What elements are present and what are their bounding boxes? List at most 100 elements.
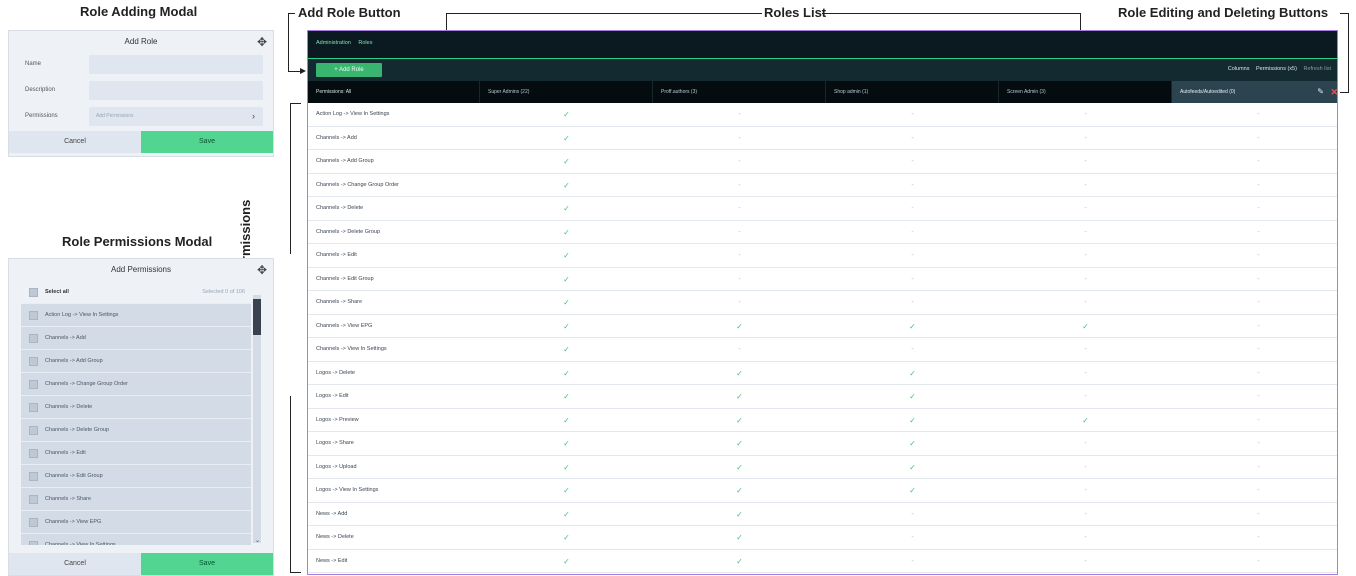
dash-icon[interactable]: -	[999, 432, 1172, 455]
check-icon[interactable]: ✓	[826, 479, 999, 502]
dash-icon[interactable]: -	[999, 526, 1172, 549]
dash-icon[interactable]: -	[653, 127, 826, 150]
permissions-select[interactable]: Add Permissions ›	[89, 107, 263, 126]
dash-icon[interactable]: -	[999, 221, 1172, 244]
name-field[interactable]	[89, 55, 263, 74]
dash-icon[interactable]: -	[999, 456, 1172, 479]
dash-icon[interactable]: -	[1172, 268, 1337, 291]
dash-icon[interactable]: -	[826, 221, 999, 244]
check-icon[interactable]: ✓	[480, 315, 653, 338]
check-icon[interactable]: ✓	[999, 315, 1172, 338]
dash-icon[interactable]: -	[653, 174, 826, 197]
check-icon[interactable]: ✓	[480, 338, 653, 361]
select-all-row[interactable]: Select all Selected 0 of 106	[21, 281, 251, 304]
check-icon[interactable]: ✓	[480, 550, 653, 573]
permission-checkbox[interactable]	[29, 379, 38, 389]
check-icon[interactable]: ✓	[826, 315, 999, 338]
check-icon[interactable]: ✓	[480, 362, 653, 385]
dash-icon[interactable]: -	[999, 503, 1172, 526]
dash-icon[interactable]: -	[999, 362, 1172, 385]
check-icon[interactable]: ✓	[653, 432, 826, 455]
permissions-filter[interactable]: Permissions (x5)	[1256, 66, 1297, 72]
role-column-header[interactable]: Super Admins (22)	[480, 81, 653, 103]
close-icon[interactable]: ✕	[1330, 81, 1337, 103]
permission-checkbox[interactable]	[29, 448, 38, 458]
dash-icon[interactable]: -	[1172, 503, 1337, 526]
dash-icon[interactable]: -	[1172, 244, 1337, 267]
permission-item[interactable]: Channels -> Edit	[21, 442, 251, 465]
permission-checkbox[interactable]	[29, 540, 38, 545]
role-column-header[interactable]: Screen Admin (3)	[999, 81, 1172, 103]
scroll-down-icon[interactable]: ⌄	[255, 537, 260, 544]
dash-icon[interactable]: -	[999, 174, 1172, 197]
dash-icon[interactable]: -	[999, 127, 1172, 150]
dash-icon[interactable]: -	[999, 103, 1172, 126]
dash-icon[interactable]: -	[826, 127, 999, 150]
save-button[interactable]: Save	[141, 553, 273, 575]
dash-icon[interactable]: -	[1172, 197, 1337, 220]
dash-icon[interactable]: -	[1172, 174, 1337, 197]
breadcrumb-administration[interactable]: Administration	[316, 40, 351, 46]
check-icon[interactable]: ✓	[999, 409, 1172, 432]
refresh-list-button[interactable]: Refresh list	[1303, 66, 1331, 72]
permission-checkbox[interactable]	[29, 356, 38, 366]
dash-icon[interactable]: -	[826, 526, 999, 549]
dash-icon[interactable]: -	[653, 244, 826, 267]
permission-checkbox[interactable]	[29, 425, 38, 435]
dash-icon[interactable]: -	[1172, 385, 1337, 408]
check-icon[interactable]: ✓	[826, 432, 999, 455]
permission-checkbox[interactable]	[29, 517, 38, 527]
check-icon[interactable]: ✓	[480, 291, 653, 314]
dash-icon[interactable]: -	[826, 550, 999, 573]
cancel-button[interactable]: Cancel	[9, 131, 141, 153]
check-icon[interactable]: ✓	[480, 197, 653, 220]
check-icon[interactable]: ✓	[480, 221, 653, 244]
dash-icon[interactable]: -	[826, 291, 999, 314]
move-icon[interactable]: ✥	[257, 263, 267, 277]
permissions-filter-header[interactable]: Permissions: All	[308, 81, 480, 103]
role-column-header[interactable]: Proff.authors (3)	[653, 81, 826, 103]
check-icon[interactable]: ✓	[480, 150, 653, 173]
pencil-icon[interactable]: ✎	[1317, 81, 1324, 103]
dash-icon[interactable]: -	[653, 268, 826, 291]
check-icon[interactable]: ✓	[653, 385, 826, 408]
permission-item[interactable]: Channels -> View In Settings	[21, 534, 251, 545]
check-icon[interactable]: ✓	[480, 409, 653, 432]
role-column-header[interactable]: Shop admin (1)	[826, 81, 999, 103]
check-icon[interactable]: ✓	[480, 127, 653, 150]
dash-icon[interactable]: -	[826, 197, 999, 220]
dash-icon[interactable]: -	[999, 244, 1172, 267]
check-icon[interactable]: ✓	[480, 456, 653, 479]
dash-icon[interactable]: -	[826, 503, 999, 526]
permission-checkbox[interactable]	[29, 471, 38, 481]
check-icon[interactable]: ✓	[480, 526, 653, 549]
dash-icon[interactable]: -	[999, 338, 1172, 361]
permission-checkbox[interactable]	[29, 402, 38, 412]
add-role-button[interactable]: + Add Role	[316, 63, 382, 77]
dash-icon[interactable]: -	[999, 268, 1172, 291]
dash-icon[interactable]: -	[1172, 456, 1337, 479]
dash-icon[interactable]: -	[653, 103, 826, 126]
dash-icon[interactable]: -	[999, 197, 1172, 220]
permission-checkbox[interactable]	[29, 494, 38, 504]
permission-checkbox[interactable]	[29, 310, 38, 320]
dash-icon[interactable]: -	[1172, 150, 1337, 173]
check-icon[interactable]: ✓	[653, 479, 826, 502]
dash-icon[interactable]: -	[1172, 362, 1337, 385]
dash-icon[interactable]: -	[1172, 315, 1337, 338]
role-column-header[interactable]: Autofeeds/Autoedited (0) ✎ ✕	[1172, 81, 1337, 103]
permission-checkbox[interactable]	[29, 333, 38, 343]
dash-icon[interactable]: -	[653, 338, 826, 361]
dash-icon[interactable]: -	[1172, 409, 1337, 432]
check-icon[interactable]: ✓	[480, 385, 653, 408]
permission-item[interactable]: Channels -> Add	[21, 327, 251, 350]
check-icon[interactable]: ✓	[653, 456, 826, 479]
dash-icon[interactable]: -	[999, 479, 1172, 502]
dash-icon[interactable]: -	[999, 385, 1172, 408]
dash-icon[interactable]: -	[653, 197, 826, 220]
permission-item[interactable]: Channels -> View EPG	[21, 511, 251, 534]
dash-icon[interactable]: -	[1172, 338, 1337, 361]
permission-item[interactable]: Channels -> Share	[21, 488, 251, 511]
check-icon[interactable]: ✓	[653, 503, 826, 526]
dash-icon[interactable]: -	[826, 338, 999, 361]
